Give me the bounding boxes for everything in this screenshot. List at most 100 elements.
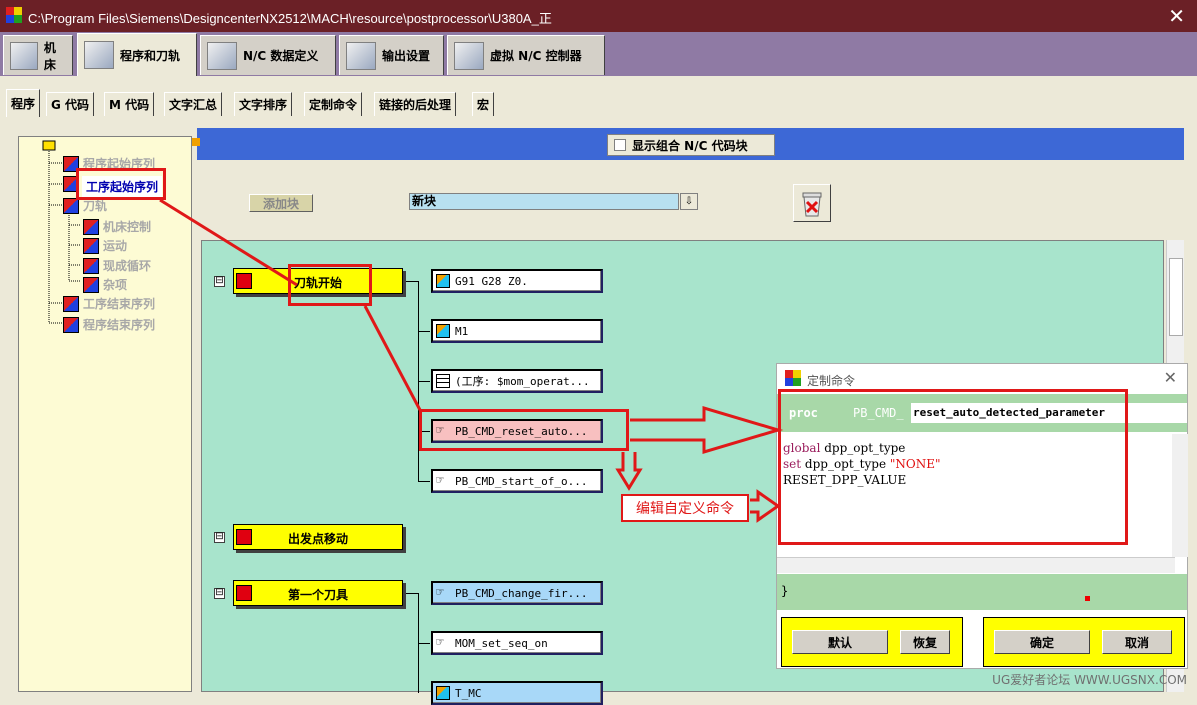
tab-virtual-controller[interactable]: 虚拟 N/C 控制器 [447,35,605,75]
cancel-button[interactable]: 取消 [1102,630,1172,654]
subtab-custom-command[interactable]: 定制命令 [304,92,363,116]
subtab-word-summary[interactable]: 文字汇总 [164,92,223,116]
document-icon [436,374,450,388]
command-label: T_MC [455,686,482,700]
new-block-select[interactable]: 新块 [409,193,679,210]
command-mom-set-seq-on[interactable]: ☞ MOM_set_seq_on [431,631,603,655]
hand-pointer-icon: ☞ [436,473,444,488]
checkbox-label: 显示组合 N/C 代码块 [632,138,748,153]
tree-item-label: 现成循环 [103,259,152,273]
show-combined-checkbox[interactable]: 显示组合 N/C 代码块 [607,134,775,156]
virtual-controller-icon [454,41,484,70]
tree-item-motion[interactable]: 运动 [83,237,127,254]
hand-pointer-icon: ☞ [436,585,444,600]
block-toolbar: 添加块 新块 ⇩ [197,160,1184,240]
restore-button[interactable]: 恢复 [900,630,950,654]
subtab-program[interactable]: 程序 [6,89,41,117]
nc-data-icon [207,41,237,70]
collapse-toggle[interactable]: ⊟ [214,276,225,287]
subtab-linked-posts[interactable]: 链接的后处理 [374,92,457,116]
machine-icon [10,41,38,70]
code-vertical-scrollbar[interactable] [1172,434,1188,557]
splitter-handle[interactable] [192,138,200,146]
tree-item-canned-cycle[interactable]: 现成循环 [83,257,151,274]
tree-item-machine-control[interactable]: 机床控制 [83,218,151,235]
sequence-cube-icon [63,316,79,333]
collapse-toggle[interactable]: ⊟ [214,588,225,599]
tree-item-label: 机床控制 [103,220,152,234]
tree-item-operation-end[interactable]: 工序结束序列 [63,295,155,312]
subtab-word-sequence[interactable]: 文字排序 [234,92,293,116]
command-label: M1 [455,324,469,338]
subtab-macro[interactable]: 宏 [472,92,495,116]
tree-item-label: 杂项 [103,278,128,292]
sequence-cube-icon [83,218,99,235]
trash-icon[interactable] [793,184,831,222]
sub-tab-bar: 程序 G 代码 M 代码 文字汇总 文字排序 定制命令 链接的后处理 宏 [0,76,1197,118]
tab-machine[interactable]: 机床 [3,35,73,75]
printer-icon [346,41,376,70]
tab-label: N/C 数据定义 [243,49,319,63]
tab-nc-data[interactable]: N/C 数据定义 [200,35,336,75]
combined-block-bar: 显示组合 N/C 代码块 [197,128,1184,160]
dialog-title: 定制命令 [807,374,856,388]
connector [418,643,430,644]
dialog-left-buttons: 默认 恢复 [781,617,963,667]
tab-output-settings[interactable]: 输出设置 [339,35,444,75]
title-bar: C:\Program Files\Siemens\DesigncenterNX2… [0,0,1197,32]
ok-button[interactable]: 确定 [994,630,1090,654]
checkbox-box[interactable] [614,139,626,151]
tab-program-toolpath[interactable]: 程序和刀轨 [77,33,197,76]
highlight-tree-item [76,168,166,200]
command-pb-cmd-change-first[interactable]: ☞ PB_CMD_change_fir... [431,581,603,605]
tree-item-label: 工序结束序列 [83,297,156,311]
block-label: 第一个刀具 [287,588,348,602]
tree-item-program-end[interactable]: 程序结束序列 [63,316,155,333]
connector [418,331,430,332]
connector [418,481,430,482]
dialog-close-icon[interactable]: ✕ [1164,368,1177,387]
cube-icon [436,324,450,338]
tree-item-label: 运动 [103,239,128,253]
command-t-mc[interactable]: T_MC [431,681,603,705]
scrollbar-thumb[interactable] [1169,258,1183,336]
block-first-tool[interactable]: 第一个刀具 [233,580,403,606]
block-from-move[interactable]: 出发点移动 [233,524,403,550]
cube-icon [436,686,450,700]
sequence-cube-icon [83,237,99,254]
connector [418,381,430,382]
command-g91-g28[interactable]: G91 G28 Z0. [431,269,603,293]
trash-can-graphic [802,192,822,217]
dialog-right-buttons: 确定 取消 [983,617,1185,667]
hand-pointer-icon: ☞ [436,635,444,650]
collapse-toggle[interactable]: ⊟ [214,532,225,543]
dropdown-arrow-icon[interactable]: ⇩ [680,193,698,210]
block-label: 出发点移动 [287,532,348,546]
subtab-g-code[interactable]: G 代码 [46,92,95,116]
command-label: PB_CMD_change_fir... [455,586,588,600]
highlight-block [288,264,372,306]
subtab-m-code[interactable]: M 代码 [104,92,155,116]
sequence-cube-icon [63,295,79,312]
closing-brace: } [781,584,789,598]
command-label: PB_CMD_start_of_o... [455,474,588,488]
command-m1[interactable]: M1 [431,319,603,343]
highlight-code [778,389,1128,545]
tree-item-misc[interactable]: 杂项 [83,276,127,293]
dialog-title-bar: 定制命令 ✕ [777,364,1187,392]
window-close-icon[interactable]: ✕ [1168,4,1185,28]
tree-item-label: 程序结束序列 [83,318,156,332]
cube-icon [436,274,450,288]
connector [404,593,418,594]
sequence-tree: 程序起始序列 刀轨 机床控制 运动 现成循环 杂项 工序结束序列 程序结束序列 [18,136,192,692]
command-pb-cmd-start-of-op[interactable]: ☞ PB_CMD_start_of_o... [431,469,603,493]
default-button[interactable]: 默认 [792,630,888,654]
cursor-marker [1085,596,1090,601]
code-horizontal-scrollbar[interactable] [777,557,1175,573]
main-tab-bar: 机床 程序和刀轨 N/C 数据定义 输出设置 虚拟 N/C 控制器 [0,32,1197,76]
add-block-button[interactable]: 添加块 [249,194,313,212]
tab-label: 虚拟 N/C 控制器 [490,49,582,63]
proc-footer: } [777,574,1187,610]
command-operator-message[interactable]: (工序: $mom_operat... [431,369,603,393]
tab-label: 机床 [43,40,56,72]
